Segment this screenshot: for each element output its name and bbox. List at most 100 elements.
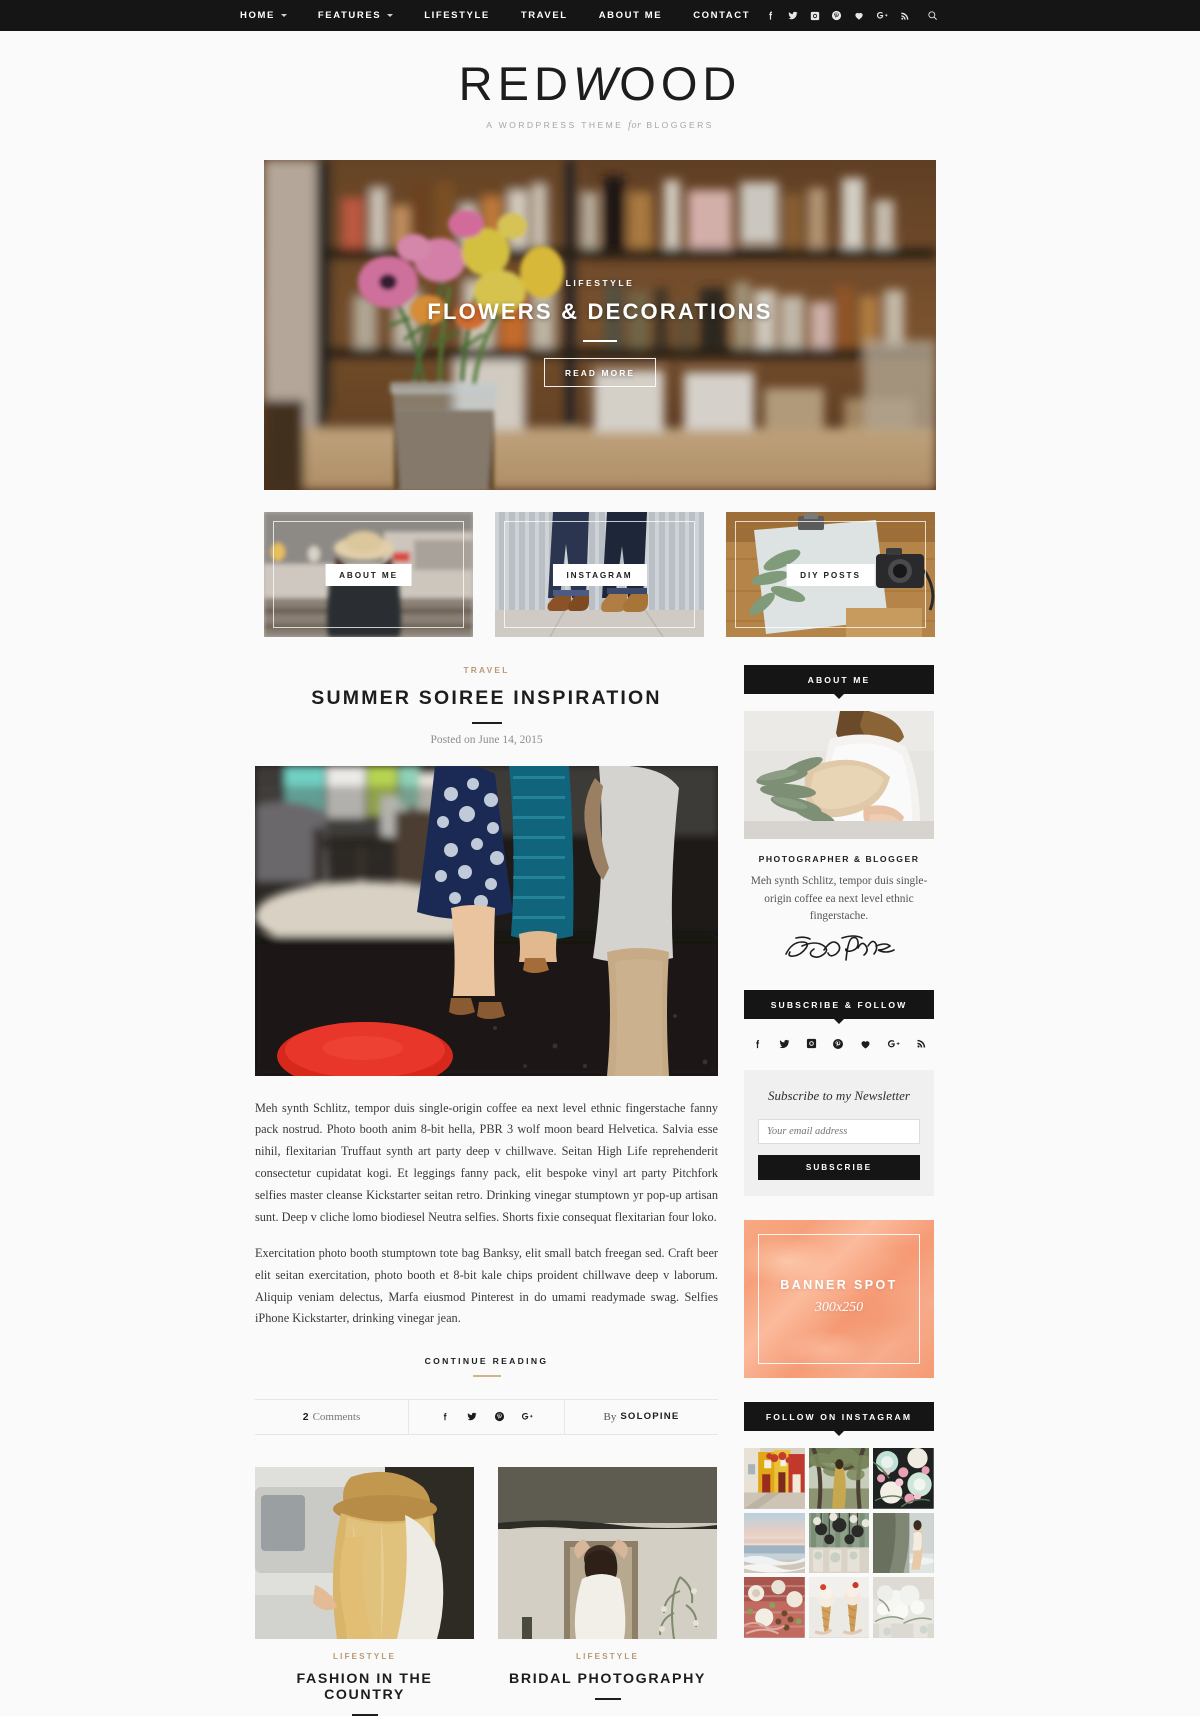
- grid-post-image-blonde-woman-hat[interactable]: [255, 1466, 474, 1639]
- grid-post-title[interactable]: FASHION IN THE COUNTRY: [255, 1671, 474, 1703]
- instagram-icon[interactable]: [810, 11, 820, 21]
- instagram-item-colorful-street-houses[interactable]: [744, 1448, 805, 1509]
- continue-reading-divider: [472, 1375, 501, 1377]
- instagram-thumbnail: [873, 1448, 934, 1509]
- hero-divider: [583, 340, 617, 342]
- nav-item-label: TRAVEL: [520, 10, 568, 21]
- instagram-thumbnail: [744, 1577, 805, 1639]
- post-share-icons: [409, 1400, 564, 1434]
- instagram-item-white-floral-table[interactable]: [873, 1577, 934, 1639]
- author-name[interactable]: SOLOPINE: [620, 1411, 679, 1422]
- chevron-down-icon: [280, 14, 287, 17]
- promo-box-diy-posts[interactable]: DIY POSTS: [726, 512, 935, 637]
- post-author[interactable]: By SOLOPINE: [564, 1399, 718, 1434]
- google-plus-icon[interactable]: [887, 1038, 901, 1050]
- grid-post-divider: [351, 1713, 378, 1716]
- grid-post-bridal-photography[interactable]: LIFESTYLE BRIDAL PHOTOGRAPHY: [498, 1466, 717, 1716]
- google-plus-icon[interactable]: [521, 1411, 534, 1422]
- newsletter-title: Subscribe to my Newsletter: [768, 1088, 910, 1104]
- post-meta-bar: 2 Comments By SOLOPINE: [255, 1398, 718, 1435]
- instagram-grid: [744, 1448, 934, 1639]
- instagram-thumbnail: [744, 1512, 805, 1574]
- continue-reading-label[interactable]: CONTINUE READING: [255, 1356, 718, 1366]
- instagram-thumbnail: [744, 1448, 805, 1509]
- rss-icon[interactable]: [900, 11, 910, 21]
- post-column: TRAVEL SUMMER SOIREE INSPIRATION Posted …: [255, 665, 718, 1716]
- grid-post-fashion-in-the-country[interactable]: LIFESTYLE FASHION IN THE COUNTRY: [255, 1466, 474, 1716]
- post-category[interactable]: TRAVEL: [255, 665, 718, 675]
- instagram-item-picnic-spread[interactable]: [744, 1577, 805, 1639]
- promo-label-about-me[interactable]: ABOUT ME: [325, 563, 412, 586]
- instagram-item-woman-on-beach[interactable]: [873, 1512, 934, 1574]
- pinterest-icon[interactable]: [831, 10, 842, 21]
- rss-icon[interactable]: [916, 1038, 927, 1050]
- nav-item-contact[interactable]: CONTACT: [693, 10, 750, 21]
- logo-text-part1: RED: [458, 57, 573, 110]
- promo-label-instagram[interactable]: INSTAGRAM: [552, 563, 647, 586]
- bloglovin-heart-icon[interactable]: [859, 1038, 872, 1050]
- banner-label: BANNER SPOT: [780, 1278, 898, 1293]
- pinterest-icon[interactable]: [832, 1038, 844, 1050]
- post-comments-link[interactable]: 2 Comments: [255, 1399, 409, 1434]
- instagram-icon[interactable]: [806, 1038, 817, 1050]
- bloglovin-heart-icon[interactable]: [853, 10, 865, 21]
- nav-item-label: LIFESTYLE: [424, 10, 490, 21]
- nav-item-home[interactable]: HOME: [240, 10, 287, 21]
- widget-subscribe-follow: SUBSCRIBE & FOLLOW Subscribe to my Newsl…: [744, 990, 934, 1197]
- instagram-thumbnail: [808, 1512, 870, 1574]
- banner-size: 300x250: [814, 1300, 864, 1316]
- post-paragraph-1: Meh synth Schlitz, tempor duis single-or…: [255, 1100, 718, 1224]
- author-prefix: By: [603, 1410, 617, 1423]
- hero-category[interactable]: LIFESTYLE: [264, 278, 936, 288]
- newsletter-box: Subscribe to my Newsletter SUBSCRIBE: [744, 1070, 934, 1197]
- twitter-icon[interactable]: [466, 1411, 478, 1422]
- post-image-party-dresses: [255, 765, 718, 1076]
- google-plus-icon[interactable]: [876, 10, 889, 21]
- facebook-icon[interactable]: [752, 1038, 763, 1050]
- grid-post-category[interactable]: LIFESTYLE: [498, 1652, 717, 1661]
- post-header: TRAVEL SUMMER SOIREE INSPIRATION Posted …: [255, 665, 718, 746]
- about-me-signature: [744, 932, 934, 966]
- facebook-icon[interactable]: [765, 10, 776, 21]
- search-icon[interactable]: [927, 10, 938, 21]
- nav-item-label: HOME: [240, 10, 275, 21]
- nav-item-lifestyle[interactable]: LIFESTYLE: [424, 10, 490, 21]
- sidebar-social-links: [744, 1038, 934, 1050]
- site-logo[interactable]: REDWOOD: [459, 60, 742, 107]
- hero-read-more-button[interactable]: READ MORE: [543, 358, 657, 387]
- widget-about-me: ABOUT ME PHOTOGRAPHER & BLOGGER Meh synt…: [744, 665, 934, 966]
- promo-box-instagram[interactable]: INSTAGRAM: [495, 512, 704, 637]
- twitter-icon[interactable]: [778, 1038, 791, 1050]
- pinterest-icon[interactable]: [494, 1411, 505, 1422]
- nav-item-travel[interactable]: TRAVEL: [521, 10, 568, 21]
- continue-reading[interactable]: CONTINUE READING: [255, 1356, 718, 1377]
- grid-post-category[interactable]: LIFESTYLE: [255, 1652, 474, 1661]
- grid-post-image-bride-mirror[interactable]: [498, 1466, 717, 1639]
- post-title[interactable]: SUMMER SOIREE INSPIRATION: [255, 687, 718, 710]
- widget-title-about-me: ABOUT ME: [744, 665, 934, 694]
- instagram-item-hanging-planters[interactable]: [808, 1512, 870, 1574]
- facebook-icon[interactable]: [440, 1411, 450, 1422]
- nav-item-about-me[interactable]: ABOUT ME: [599, 10, 662, 21]
- instagram-thumbnail: [873, 1577, 934, 1639]
- instagram-item-ice-cream-cones[interactable]: [808, 1577, 870, 1639]
- newsletter-email-input[interactable]: [758, 1119, 920, 1145]
- post-featured-image[interactable]: [255, 765, 718, 1076]
- instagram-item-floral-plates-flatlay[interactable]: [873, 1448, 934, 1509]
- banner-spot[interactable]: BANNER SPOT 300x250: [744, 1220, 934, 1379]
- instagram-item-beach-sunset[interactable]: [744, 1512, 805, 1574]
- hero-slider[interactable]: LIFESTYLE FLOWERS & DECORATIONS READ MOR…: [264, 160, 936, 490]
- newsletter-subscribe-button[interactable]: SUBSCRIBE: [758, 1155, 920, 1181]
- comments-label: Comments: [312, 1410, 361, 1423]
- nav-item-label: FEATURES: [317, 10, 382, 21]
- promo-label-diy-posts[interactable]: DIY POSTS: [786, 563, 875, 586]
- twitter-icon[interactable]: [787, 10, 799, 21]
- instagram-item-woman-under-tree[interactable]: [808, 1448, 870, 1509]
- hero-title[interactable]: FLOWERS & DECORATIONS: [264, 299, 936, 325]
- grid-post-title[interactable]: BRIDAL PHOTOGRAPHY: [498, 1671, 717, 1687]
- nav-item-features[interactable]: FEATURES: [317, 10, 394, 21]
- post-date: Posted on June 14, 2015: [430, 733, 543, 746]
- promo-box-about-me[interactable]: ABOUT ME: [264, 512, 473, 637]
- sidebar: ABOUT ME PHOTOGRAPHER & BLOGGER Meh synt…: [744, 665, 934, 1716]
- widget-instagram-feed: FOLLOW ON INSTAGRAM: [744, 1402, 934, 1639]
